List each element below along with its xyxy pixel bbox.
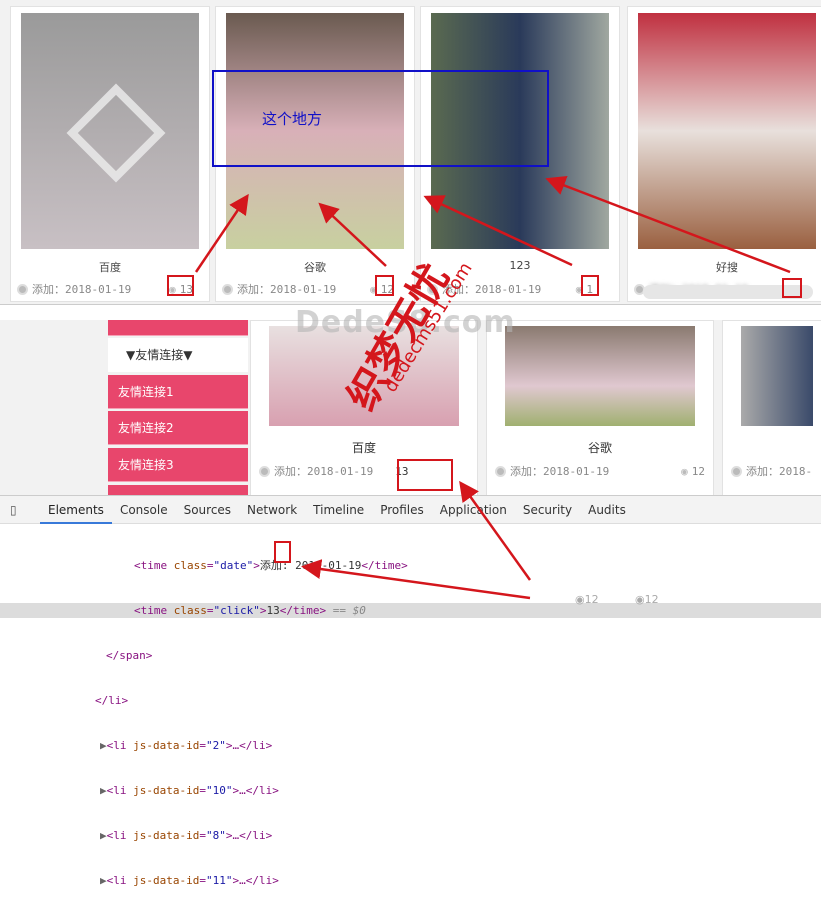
dom-node[interactable]: </li>: [0, 693, 821, 708]
arrow: [545, 176, 791, 274]
arrow: [459, 480, 532, 581]
arrow: [318, 202, 387, 267]
dom-node[interactable]: ▶<li js-data-id="10">…</li>: [0, 783, 821, 798]
dom-node[interactable]: </span>: [0, 648, 821, 663]
arrow: [194, 193, 249, 273]
dom-node[interactable]: ▶<li js-data-id="11">…</li>: [0, 873, 821, 888]
dom-node[interactable]: ▶<li js-data-id="8">…</li>: [0, 828, 821, 843]
annotation-arrows: [194, 176, 791, 600]
dom-node[interactable]: ▶<li js-data-id="2">…</li>: [0, 738, 821, 753]
arrow: [301, 559, 531, 600]
arrow: [423, 195, 573, 267]
